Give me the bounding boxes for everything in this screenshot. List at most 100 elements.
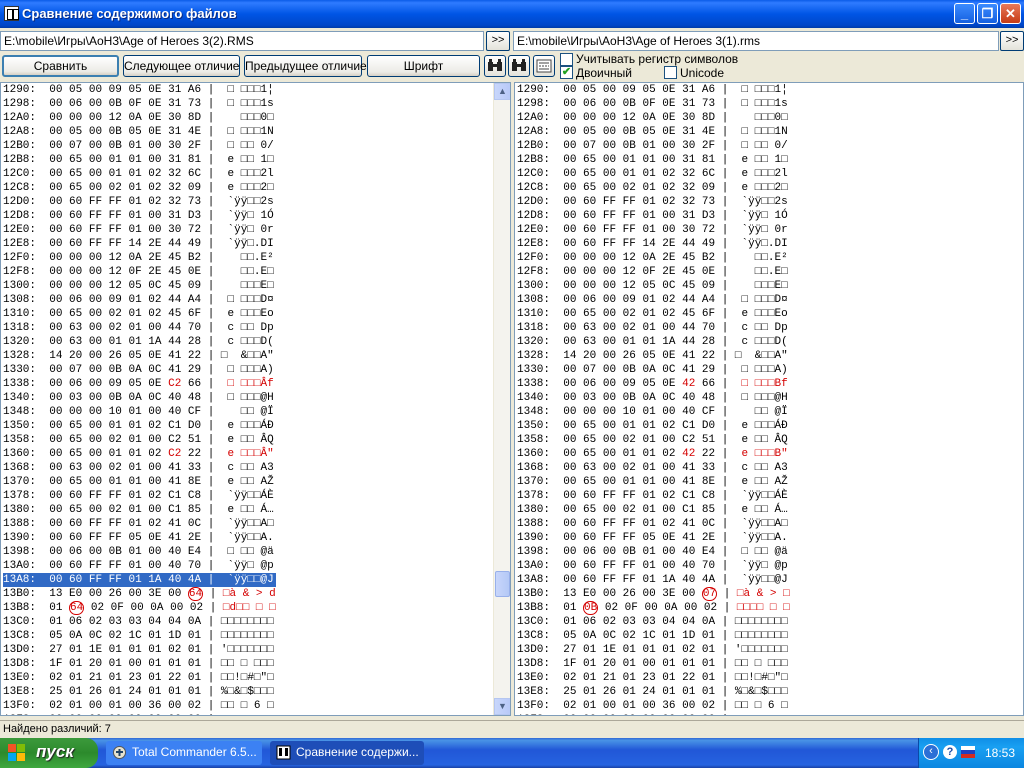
hex-row[interactable]: 1318: 00 63 00 02 01 00 44 70 | c □□ Dp [3, 321, 276, 335]
hex-row[interactable]: 12D0: 00 60 FF FF 01 02 32 73 | `ÿÿ□□2s [3, 195, 276, 209]
hex-row[interactable]: 12A8: 00 05 00 0B 05 0E 31 4E | □ □□□1N [3, 125, 276, 139]
hex-row[interactable]: 1358: 00 65 00 02 01 00 C2 51 | e □□ ÂQ [517, 433, 790, 447]
left-hex-pane[interactable]: 1290: 00 05 00 09 05 0E 31 A6 | □ □□□1¦ 1… [0, 82, 511, 716]
hex-row[interactable]: 12C8: 00 65 00 02 01 02 32 09 | e □□□2□ [3, 181, 276, 195]
hex-row[interactable]: 1370: 00 65 00 01 01 00 41 8E | e □□ AŽ [3, 475, 276, 489]
hex-row[interactable]: 1308: 00 06 00 09 01 02 44 A4 | □ □□□D¤ [3, 293, 276, 307]
hex-row[interactable]: 1298: 00 06 00 0B 0F 0E 31 73 | □ □□□1s [3, 97, 276, 111]
right-browse-button[interactable]: >> [1000, 31, 1024, 51]
prev-diff-button[interactable]: Предыдущее отличие [244, 55, 367, 77]
hex-row[interactable]: 12A8: 00 05 00 0B 05 0E 31 4E | □ □□□1N [517, 125, 790, 139]
hex-row[interactable]: 1390: 00 60 FF FF 05 0E 41 2E | `ÿÿ□□A. [517, 531, 790, 545]
hex-row[interactable]: 13A0: 00 60 FF FF 01 00 40 70 | `ÿÿ□ @p [3, 559, 276, 573]
hex-row[interactable]: 1380: 00 65 00 02 01 00 C1 85 | e □□ Á… [3, 503, 276, 517]
hex-row[interactable]: 13A0: 00 60 FF FF 01 00 40 70 | `ÿÿ□ @p [517, 559, 790, 573]
minimize-button[interactable]: _ [954, 3, 975, 24]
hex-row[interactable]: 13A8: 00 60 FF FF 01 1A 40 4A | `ÿÿ□□@J [3, 573, 276, 587]
hex-row[interactable]: 1360: 00 65 00 01 01 02 C2 22 | e □□□Â" [3, 447, 276, 461]
left-path-field[interactable]: E:\mobile\Игры\AoH3\Age of Heroes 3(2).R… [0, 31, 484, 51]
hex-row[interactable]: 13F8: 00 00 00 00 00 00 00 00 | [517, 713, 790, 715]
hex-row[interactable]: 13F0: 02 01 00 01 00 36 00 02 | □□ □ 6 □ [517, 699, 790, 713]
hex-row[interactable]: 1310: 00 65 00 02 01 02 45 6F | e □□□Eo [3, 307, 276, 321]
hex-row[interactable]: 1388: 00 60 FF FF 01 02 41 0C | `ÿÿ□□A□ [3, 517, 276, 531]
hex-row[interactable]: 12D0: 00 60 FF FF 01 02 32 73 | `ÿÿ□□2s [517, 195, 790, 209]
language-flag-icon[interactable] [961, 746, 975, 758]
hex-row[interactable]: 13D8: 1F 01 20 01 00 01 01 01 | □□ □ □□□ [517, 657, 790, 671]
hex-row[interactable]: 1360: 00 65 00 01 01 02 42 22 | e □□□B" [517, 447, 790, 461]
hex-row[interactable]: 1308: 00 06 00 09 01 02 44 A4 | □ □□□D¤ [517, 293, 790, 307]
hex-row[interactable]: 12C8: 00 65 00 02 01 02 32 09 | e □□□2□ [517, 181, 790, 195]
tray-collapse-icon[interactable]: ‹ [923, 744, 939, 760]
hex-row[interactable]: 1378: 00 60 FF FF 01 02 C1 C8 | `ÿÿ□□ÁÈ [3, 489, 276, 503]
start-button[interactable]: пуск [0, 738, 98, 768]
hex-row[interactable]: 13C8: 05 0A 0C 02 1C 01 1D 01 | □□□□□□□□ [517, 629, 790, 643]
hex-row[interactable]: 12E0: 00 60 FF FF 01 00 30 72 | `ÿÿ□ 0r [3, 223, 276, 237]
hex-row[interactable]: 12F0: 00 00 00 12 0A 2E 45 B2 | □□.E² [517, 251, 790, 265]
hex-row[interactable]: 13D0: 27 01 1E 01 01 01 02 01 | '□□□□□□□ [517, 643, 790, 657]
restore-button[interactable]: ❐ [977, 3, 998, 24]
hex-row[interactable]: 12B0: 00 07 00 0B 01 00 30 2F | □ □□ 0/ [3, 139, 276, 153]
hex-row[interactable]: 1388: 00 60 FF FF 01 02 41 0C | `ÿÿ□□A□ [517, 517, 790, 531]
font-button[interactable]: Шрифт [367, 55, 480, 77]
hex-row[interactable]: 1390: 00 60 FF FF 05 0E 41 2E | `ÿÿ□□A. [3, 531, 276, 545]
hex-row[interactable]: 12F8: 00 00 00 12 0F 2E 45 0E | □□.E□ [3, 265, 276, 279]
hex-row[interactable]: 1290: 00 05 00 09 05 0E 31 A6 | □ □□□1¦ [517, 83, 790, 97]
hex-row[interactable]: 13E8: 25 01 26 01 24 01 01 01 | %□&□$□□□ [517, 685, 790, 699]
hex-row[interactable]: 13C8: 05 0A 0C 02 1C 01 1D 01 | □□□□□□□□ [3, 629, 276, 643]
hex-row[interactable]: 12A0: 00 00 00 12 0A 0E 30 8D | □□□0□ [517, 111, 790, 125]
scroll-up-arrow-icon[interactable]: ▲ [494, 83, 510, 100]
binary-checkbox[interactable]: ✔ [560, 66, 573, 79]
hex-row[interactable]: 1380: 00 65 00 02 01 00 C1 85 | e □□ Á… [517, 503, 790, 517]
hex-row[interactable]: 1318: 00 63 00 02 01 00 44 70 | c □□ Dp [517, 321, 790, 335]
task-compare-files[interactable]: Сравнение содержи... [270, 741, 424, 765]
hex-row[interactable]: 1320: 00 63 00 01 01 1A 44 28 | c □□□D( [517, 335, 790, 349]
hex-row[interactable]: 12D8: 00 60 FF FF 01 00 31 D3 | `ÿÿ□ 1Ó [3, 209, 276, 223]
case-sensitive-checkbox[interactable] [560, 53, 573, 66]
hex-row[interactable]: 12F0: 00 00 00 12 0A 2E 45 B2 | □□.E² [3, 251, 276, 265]
hex-row[interactable]: 1320: 00 63 00 01 01 1A 44 28 | c □□□D( [3, 335, 276, 349]
hex-row[interactable]: 13B8: 01 0B 02 0F 00 0A 00 02 | □□□□ □ □ [517, 601, 790, 615]
hex-row[interactable]: 1290: 00 05 00 09 05 0E 31 A6 | □ □□□1¦ [3, 83, 276, 97]
hex-row[interactable]: 1368: 00 63 00 02 01 00 41 33 | c □□ A3 [517, 461, 790, 475]
hex-row[interactable]: 12B8: 00 65 00 01 01 00 31 81 | e □□ 1□ [3, 153, 276, 167]
find-button[interactable] [484, 55, 506, 77]
hex-row[interactable]: 13D8: 1F 01 20 01 00 01 01 01 | □□ □ □□□ [3, 657, 276, 671]
hex-row[interactable]: 1350: 00 65 00 01 01 02 C1 D0 | e □□□ÁÐ [517, 419, 790, 433]
hex-row[interactable]: 12E0: 00 60 FF FF 01 00 30 72 | `ÿÿ□ 0r [517, 223, 790, 237]
hex-row[interactable]: 1300: 00 00 00 12 05 0C 45 09 | □□□E□ [517, 279, 790, 293]
right-hex-pane[interactable]: 1290: 00 05 00 09 05 0E 31 A6 | □ □□□1¦ 1… [514, 82, 1024, 716]
hex-row[interactable]: 13E0: 02 01 21 01 23 01 22 01 | □□!□#□"□ [3, 671, 276, 685]
hex-row[interactable]: 12E8: 00 60 FF FF 14 2E 44 49 | `ÿÿ□.DI [3, 237, 276, 251]
hex-row[interactable]: 1398: 00 06 00 0B 01 00 40 E4 | □ □□ @ä [517, 545, 790, 559]
hex-row[interactable]: 13F8: 00 00 00 00 00 00 00 00 | [3, 713, 276, 715]
hex-row[interactable]: 13E8: 25 01 26 01 24 01 01 01 | %□&□$□□□ [3, 685, 276, 699]
hex-row[interactable]: 1368: 00 63 00 02 01 00 41 33 | c □□ A3 [3, 461, 276, 475]
hex-row[interactable]: 1350: 00 65 00 01 01 02 C1 D0 | e □□□ÁÐ [3, 419, 276, 433]
hex-row[interactable]: 12B8: 00 65 00 01 01 00 31 81 | e □□ 1□ [517, 153, 790, 167]
hex-row[interactable]: 1348: 00 00 00 10 01 00 40 CF | □□ @Ï [517, 405, 790, 419]
hex-row[interactable]: 1370: 00 65 00 01 01 00 41 8E | e □□ AŽ [517, 475, 790, 489]
hex-row[interactable]: 13F0: 02 01 00 01 00 36 00 02 | □□ □ 6 □ [3, 699, 276, 713]
hex-row[interactable]: 1340: 00 03 00 0B 0A 0C 40 48 | □ □□□@H [517, 391, 790, 405]
text-mode-button[interactable] [533, 55, 555, 77]
hex-row[interactable]: 13B0: 13 E0 00 26 00 3E 00 07 | □à & > □ [517, 587, 790, 601]
hex-row[interactable]: 13C0: 01 06 02 03 03 04 04 0A | □□□□□□□□ [517, 615, 790, 629]
hex-row[interactable]: 13E0: 02 01 21 01 23 01 22 01 | □□!□#□"□ [517, 671, 790, 685]
help-icon[interactable]: ? [943, 745, 957, 759]
hex-row[interactable]: 12E8: 00 60 FF FF 14 2E 44 49 | `ÿÿ□.DI [517, 237, 790, 251]
find-next-button[interactable] [508, 55, 530, 77]
hex-row[interactable]: 13B8: 01 64 02 0F 00 0A 00 02 | □d□□ □ □ [3, 601, 276, 615]
hex-row[interactable]: 1310: 00 65 00 02 01 02 45 6F | e □□□Eo [517, 307, 790, 321]
hex-row[interactable]: 13A8: 00 60 FF FF 01 1A 40 4A | `ÿÿ□□@J [517, 573, 790, 587]
scroll-down-arrow-icon[interactable]: ▼ [494, 698, 510, 715]
hex-row[interactable]: 13D0: 27 01 1E 01 01 01 02 01 | '□□□□□□□ [3, 643, 276, 657]
hex-row[interactable]: 1358: 00 65 00 02 01 00 C2 51 | e □□ ÂQ [3, 433, 276, 447]
hex-row[interactable]: 1300: 00 00 00 12 05 0C 45 09 | □□□E□ [3, 279, 276, 293]
scroll-thumb[interactable] [495, 571, 510, 597]
hex-row[interactable]: 1378: 00 60 FF FF 01 02 C1 C8 | `ÿÿ□□ÁÈ [517, 489, 790, 503]
hex-row[interactable]: 1330: 00 07 00 0B 0A 0C 41 29 | □ □□□A) [517, 363, 790, 377]
hex-row[interactable]: 1328: 14 20 00 26 05 0E 41 22 | □ &□□A" [3, 349, 276, 363]
hex-row[interactable]: 13B0: 13 E0 00 26 00 3E 00 64 | □à & > d [3, 587, 276, 601]
hex-row[interactable]: 1328: 14 20 00 26 05 0E 41 22 | □ &□□A" [517, 349, 790, 363]
compare-button[interactable]: Сравнить [2, 55, 119, 77]
